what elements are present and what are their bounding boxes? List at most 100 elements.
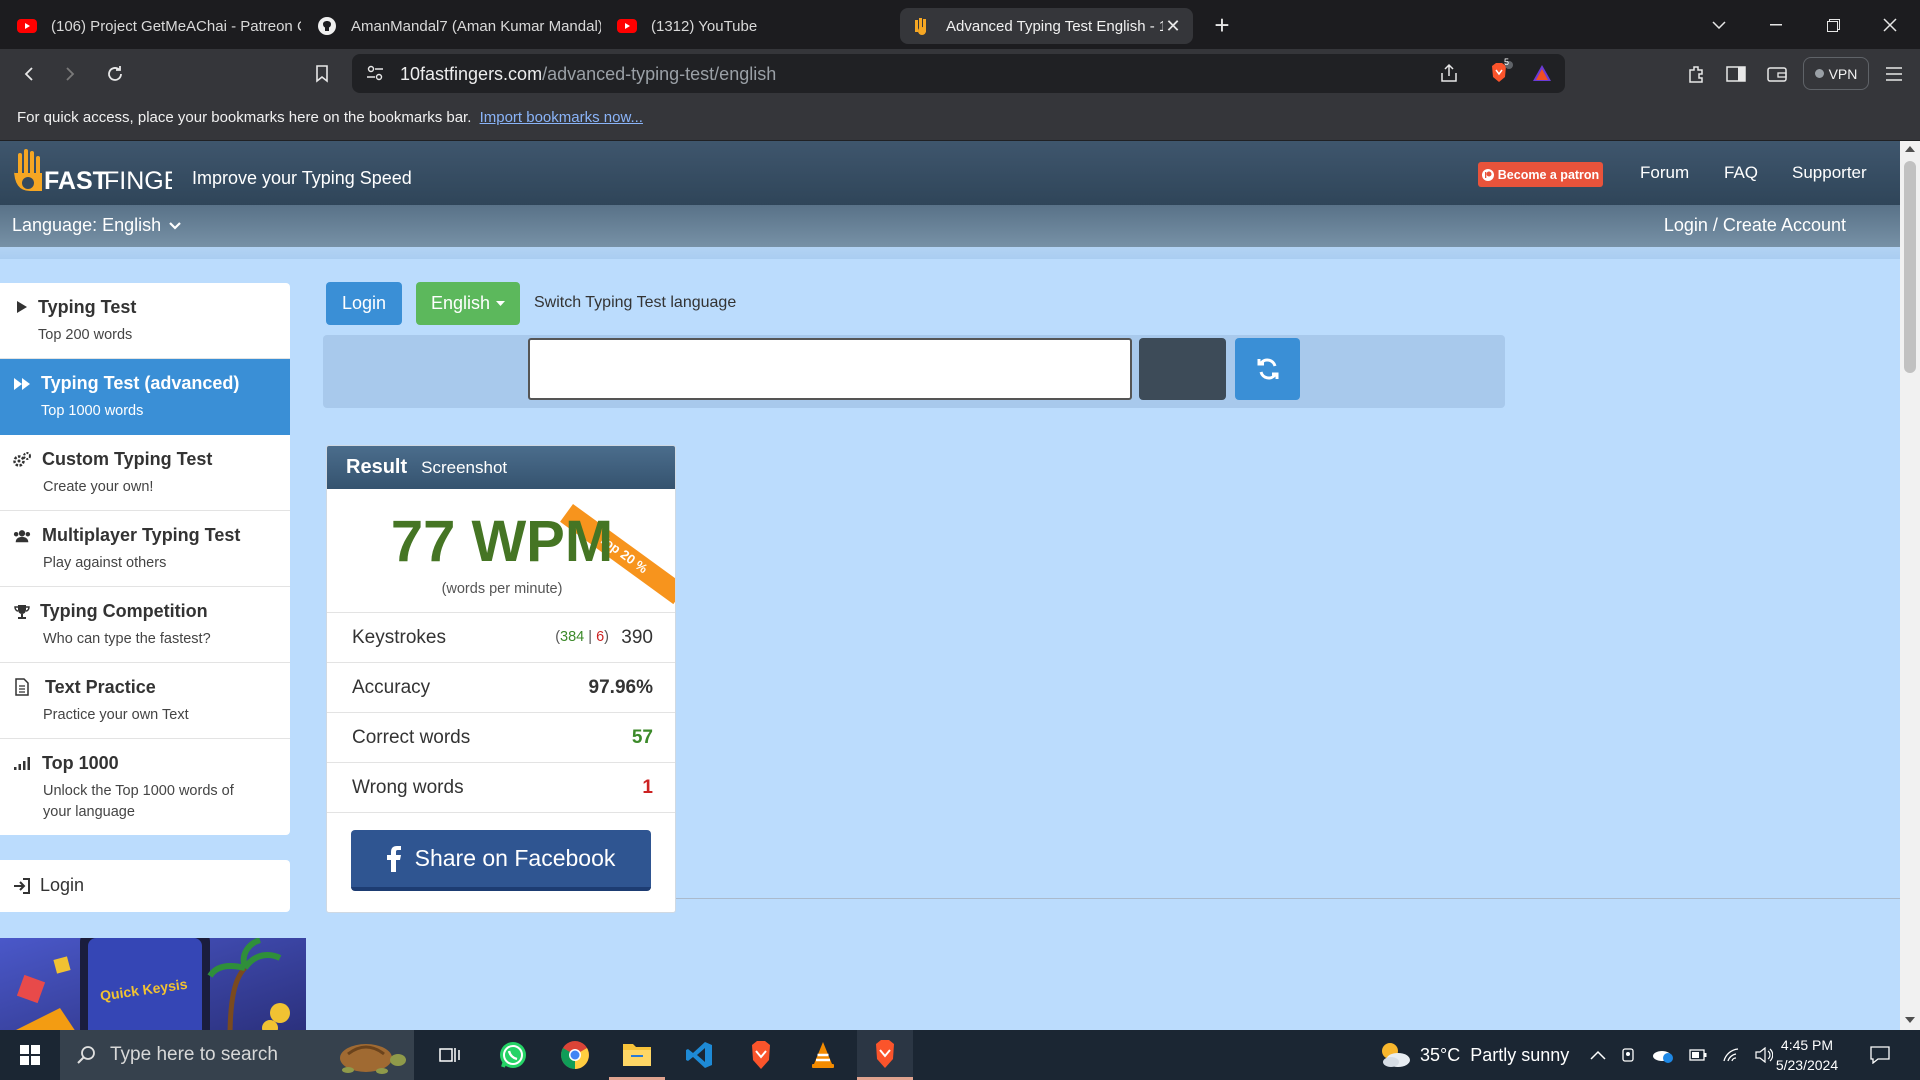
brave-shields-icon[interactable] <box>1489 61 1515 85</box>
task-view-icon[interactable] <box>422 1030 478 1080</box>
page-viewport: FAST FINGERS Improve your Typing Speed B… <box>0 141 1920 1030</box>
document-icon <box>13 678 31 696</box>
wallet-icon[interactable] <box>1762 59 1792 89</box>
import-bookmarks-link[interactable]: Import bookmarks now... <box>480 109 643 126</box>
nav-forum[interactable]: Forum <box>1640 163 1689 183</box>
play-icon <box>13 298 31 316</box>
content-divider <box>676 898 1900 899</box>
brave-icon[interactable] <box>733 1030 789 1080</box>
brave-icon[interactable] <box>857 1030 913 1080</box>
header-stripe <box>0 247 1900 259</box>
keystrokes-row: Keystrokes (384 | 6) 390 <box>327 612 675 662</box>
close-window-icon[interactable] <box>1875 10 1905 40</box>
timer-display <box>1139 338 1226 400</box>
site-settings-icon[interactable] <box>366 65 384 81</box>
clock-date: 5/23/2024 <box>1775 1057 1839 1073</box>
youtube-icon <box>617 16 637 36</box>
menu-icon[interactable] <box>1879 59 1909 89</box>
sidebar-menu: Typing Test Top 200 words Typing Test (a… <box>0 283 290 835</box>
sidebar-login[interactable]: Login <box>0 860 290 912</box>
github-icon <box>317 16 337 36</box>
nav-faq[interactable]: FAQ <box>1724 163 1758 183</box>
language-dropdown-button[interactable]: English <box>416 282 520 325</box>
become-patron-button[interactable]: Become a patron <box>1478 162 1603 187</box>
address-bar[interactable]: 10fastfingers.com/advanced-typing-test/e… <box>352 54 1565 93</box>
restore-icon[interactable] <box>1818 10 1848 40</box>
notifications-icon[interactable] <box>1860 1030 1900 1080</box>
clock-time: 4:45 PM <box>1780 1037 1834 1053</box>
sidebar-item-title: Typing Competition <box>40 601 208 621</box>
ad-banner[interactable]: Quick Keysis <box>0 938 306 1030</box>
wifi-icon[interactable] <box>1722 1048 1740 1062</box>
new-tab-plus-icon[interactable]: + <box>1207 10 1237 40</box>
browser-tab-patreon[interactable]: (106) Project GetMeAChai - Patreon Cl <box>5 8 301 44</box>
trophy-icon <box>13 603 31 621</box>
language-select[interactable]: Language: English <box>12 215 181 236</box>
vpn-label: VPN <box>1828 65 1858 82</box>
taskbar-search[interactable]: Type here to search <box>60 1030 414 1080</box>
vpn-button[interactable]: VPN <box>1803 57 1869 90</box>
brave-rewards-icon[interactable] <box>1532 64 1552 82</box>
tab-title: AmanMandal7 (Aman Kumar Mandal) <box>351 17 601 35</box>
scrollbar-thumb[interactable] <box>1904 161 1916 373</box>
file-explorer-icon[interactable] <box>609 1030 665 1080</box>
onedrive-sync-icon[interactable] <box>1652 1047 1674 1063</box>
page-scrollbar[interactable] <box>1900 141 1920 1030</box>
sidebar-item-text-practice[interactable]: Text Practice Practice your own Text <box>0 663 290 739</box>
back-arrow-icon[interactable] <box>14 59 44 89</box>
youtube-icon <box>17 16 37 36</box>
reload-button[interactable] <box>1235 338 1300 400</box>
nav-supporter[interactable]: Supporter <box>1792 163 1867 183</box>
scroll-down-arrow-icon[interactable] <box>1905 1017 1915 1023</box>
vscode-icon[interactable] <box>671 1030 727 1080</box>
sidebar-item-typing-test[interactable]: Typing Test Top 200 words <box>0 283 290 359</box>
chevron-up-icon[interactable] <box>1590 1050 1606 1060</box>
sidebar-item-multiplayer[interactable]: Multiplayer Typing Test Play against oth… <box>0 511 290 587</box>
login-create-account-link[interactable]: Login / Create Account <box>1664 215 1846 236</box>
login-button[interactable]: Login <box>326 282 402 325</box>
tab-title: Advanced Typing Test English - 10FastFin… <box>946 17 1163 35</box>
keystrokes-wrong: 6 <box>596 629 605 645</box>
vpn-status-dot-icon <box>1814 69 1824 78</box>
weather-widget[interactable]: 35°C Partly sunny <box>1378 1030 1569 1080</box>
sidebar-item-sub: Who can type the fastest? <box>43 631 211 647</box>
correct-words-value: 57 <box>631 727 653 748</box>
sidebar-item-custom-typing-test[interactable]: Custom Typing Test Create your own! <box>0 435 290 511</box>
extensions-icon[interactable] <box>1681 59 1711 89</box>
browser-tab-active[interactable]: Advanced Typing Test English - 10FastFin… <box>900 8 1193 44</box>
sidebar-item-typing-competition[interactable]: Typing Competition Who can type the fast… <box>0 587 290 663</box>
accuracy-value: 97.96% <box>588 677 653 698</box>
sidebar-toggle-icon[interactable] <box>1721 59 1751 89</box>
sidebar-item-top-1000[interactable]: Top 1000 Unlock the Top 1000 words of yo… <box>0 739 290 835</box>
wrong-words-value: 1 <box>642 777 653 798</box>
chevron-down-icon <box>169 221 181 230</box>
gears-icon <box>13 451 31 469</box>
share-facebook-button[interactable]: Share on Facebook <box>351 830 651 891</box>
site-logo[interactable]: FAST FINGERS <box>12 147 172 199</box>
url-path: /advanced-typing-test/english <box>542 64 777 84</box>
whatsapp-icon[interactable] <box>485 1030 541 1080</box>
sidebar-item-typing-test-advanced[interactable]: Typing Test (advanced) Top 1000 words <box>0 359 290 435</box>
minimize-icon[interactable] <box>1761 10 1791 40</box>
vlc-icon[interactable] <box>795 1030 851 1080</box>
forward-arrow-icon[interactable] <box>55 59 85 89</box>
screenshot-link[interactable]: Screenshot <box>421 458 507 478</box>
reload-icon[interactable] <box>100 59 130 89</box>
meet-now-icon[interactable] <box>1621 1047 1637 1063</box>
scroll-up-arrow-icon[interactable] <box>1905 146 1915 152</box>
share-icon[interactable] <box>1439 63 1459 83</box>
windows-start-icon[interactable] <box>2 1030 58 1080</box>
taskbar-clock[interactable]: 4:45 PM 5/23/2024 <box>1762 1035 1852 1075</box>
bookmark-icon[interactable] <box>307 59 337 89</box>
close-icon[interactable]: ✕ <box>1163 16 1183 36</box>
users-icon <box>13 527 31 545</box>
battery-icon[interactable] <box>1689 1049 1707 1061</box>
keystrokes-total: 390 <box>621 627 653 648</box>
typing-input[interactable] <box>528 338 1132 400</box>
chrome-icon[interactable] <box>547 1030 603 1080</box>
sidebar-item-sub: Top 1000 words <box>41 403 144 419</box>
10fastfingers-icon <box>912 16 932 36</box>
chevron-down-icon[interactable] <box>1704 10 1734 40</box>
browser-tab-github[interactable]: AmanMandal7 (Aman Kumar Mandal) <box>305 8 601 44</box>
browser-tab-youtube[interactable]: (1312) YouTube <box>605 8 895 44</box>
